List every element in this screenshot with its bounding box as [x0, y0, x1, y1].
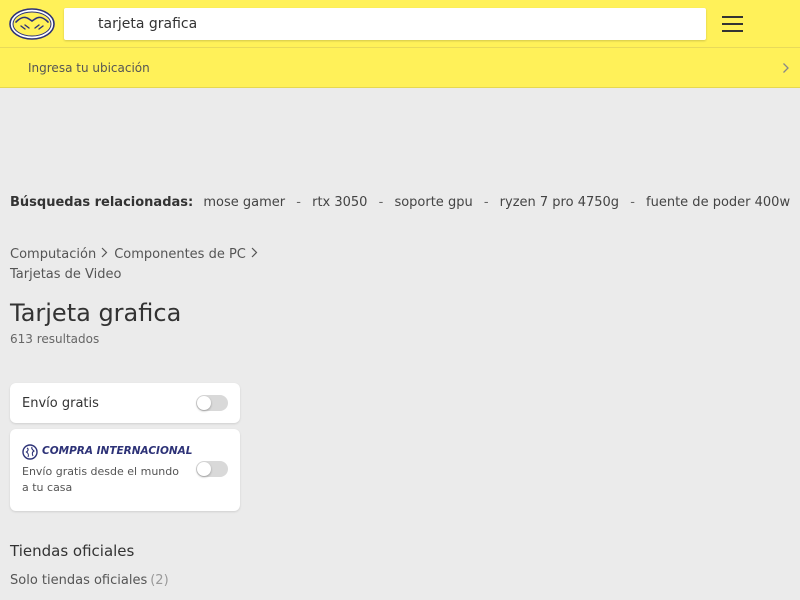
international-brand-text: COMPRA INTERNACIONAL: [42, 445, 193, 457]
header: Ingresa tu ubicación: [0, 0, 800, 88]
page-title: Tarjeta grafica: [10, 299, 182, 327]
free-shipping-filter: Envío gratis: [10, 383, 240, 423]
breadcrumb-item[interactable]: Componentes de PC: [114, 247, 246, 262]
chevron-right-icon: [251, 247, 258, 258]
official-stores-link-label: Solo tiendas oficiales: [10, 573, 148, 588]
related-search-link[interactable]: soporte gpu: [394, 195, 472, 210]
related-search-link[interactable]: rtx 3050: [312, 195, 367, 210]
related-searches-label: Búsquedas relacionadas:: [10, 195, 194, 210]
search-input[interactable]: [98, 8, 698, 40]
free-shipping-toggle[interactable]: [196, 395, 228, 411]
related-search-link[interactable]: mose gamer: [203, 195, 285, 210]
related-search-link[interactable]: fuente de poder 400w: [646, 195, 790, 210]
international-purchase-filter: COMPRA INTERNACIONAL Envío gratis desde …: [10, 429, 240, 511]
chevron-right-icon: [101, 247, 108, 258]
related-searches: Búsquedas relacionadas: mose gamer - rtx…: [10, 195, 790, 210]
official-stores-filter-link[interactable]: Solo tiendas oficiales (2): [10, 573, 169, 588]
mercadolibre-logo[interactable]: [9, 8, 55, 40]
separator: -: [630, 195, 635, 210]
search-box[interactable]: [64, 8, 706, 40]
official-stores-count: (2): [150, 573, 169, 588]
separator: -: [296, 195, 301, 210]
chevron-right-icon: [783, 63, 789, 73]
location-text: Ingresa tu ubicación: [28, 61, 150, 75]
breadcrumb-item[interactable]: Computación: [10, 247, 96, 262]
separator: -: [378, 195, 384, 210]
separator: -: [483, 195, 489, 210]
breadcrumb-item[interactable]: Tarjetas de Video: [10, 267, 121, 282]
international-description: Envío gratis desde el mundo a tu casa: [22, 465, 179, 494]
breadcrumb: Computación Componentes de PC Tarjetas de…: [10, 245, 310, 285]
official-stores-title: Tiendas oficiales: [10, 542, 135, 560]
globe-icon: [22, 444, 38, 460]
international-toggle[interactable]: [196, 461, 228, 477]
free-shipping-label: Envío gratis: [22, 396, 99, 411]
results-count: 613 resultados: [10, 332, 100, 346]
hamburger-menu-icon[interactable]: [722, 14, 744, 34]
related-search-link[interactable]: ryzen 7 pro 4750g: [500, 195, 619, 210]
location-bar[interactable]: Ingresa tu ubicación: [0, 48, 800, 88]
